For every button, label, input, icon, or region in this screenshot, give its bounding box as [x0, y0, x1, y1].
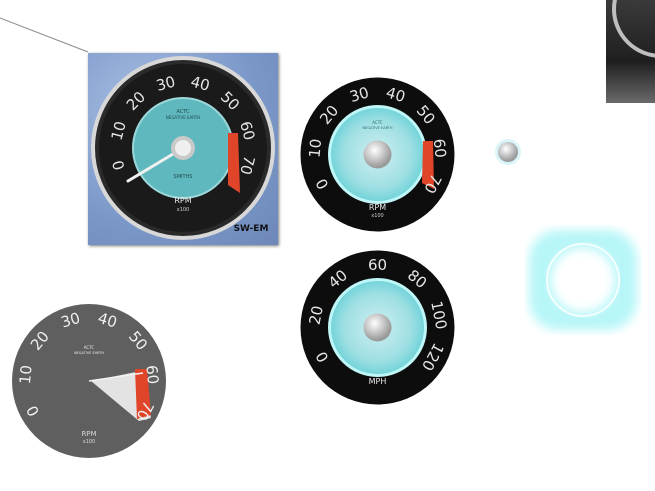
gray-numeral-10: 10: [16, 364, 36, 385]
gray-gauge: 0102030 40506070 ACTC NEGATIVE EARTH RPM …: [12, 304, 166, 458]
photo-unit: RPM: [174, 196, 191, 205]
rpm-unit: RPM: [369, 203, 386, 212]
mph-numeral-60: 60: [368, 256, 387, 274]
corner-photo-fragment: [606, 0, 655, 103]
mph-unit: MPH: [369, 377, 387, 386]
gray-brand-line1: ACTC: [84, 345, 95, 350]
photo-gauge-card: 0 10 20 30 40 50 60 70 ACTC NEGATIVE EARTH SMIT…: [88, 53, 278, 245]
photo-watermark: SW-EM: [234, 224, 269, 234]
rpm-gauge: 0102030 40506070 ACTC NEGATIVE EARTH RPM …: [300, 77, 455, 232]
gray-multiplier: x100: [83, 439, 96, 445]
photo-gauge-svg: 0102030 40506070 ACTC NEGATIVE EARTH SMIT…: [91, 56, 275, 240]
mph-gauge: 020406080100120 MPH: [300, 250, 455, 405]
glow-ring: [529, 230, 637, 330]
gray-unit: RPM: [81, 430, 96, 438]
rpm-brand-line1: ACTC: [372, 120, 383, 125]
gray-brand-line2: NEGATIVE EARTH: [74, 351, 104, 355]
rpm-multiplier: x100: [371, 213, 384, 219]
photo-label-bottom: SMITHS: [174, 174, 193, 180]
mph-numeral-20: 20: [306, 304, 327, 326]
rpm-brand-line2: NEGATIVE EARTH: [362, 126, 392, 130]
photo-brand-line2: NEGATIVE EARTH: [166, 115, 200, 120]
photo-multiplier: x100: [177, 207, 190, 213]
rpm-numeral-60: 60: [430, 138, 450, 159]
rpm-numeral-10: 10: [305, 138, 325, 159]
leader-line: [0, 17, 89, 53]
loose-hub-cap: [495, 139, 521, 165]
gray-numeral-60: 60: [142, 364, 162, 385]
